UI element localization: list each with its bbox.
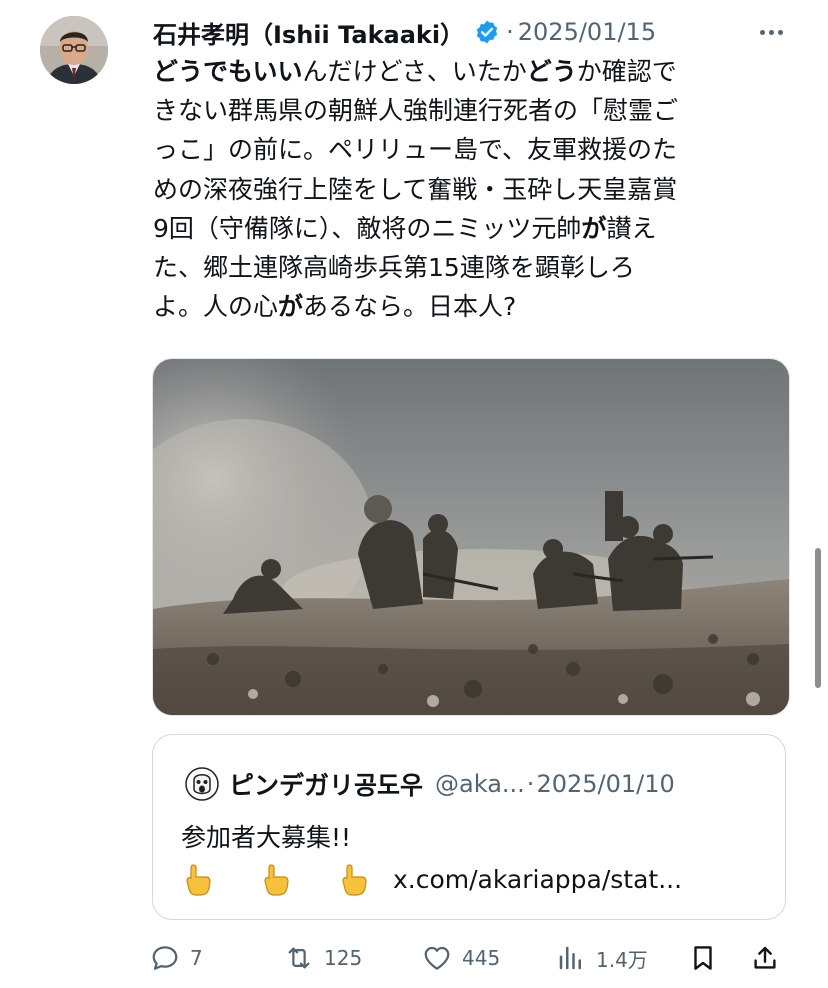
text-fragment: 9回（守備隊に）、敵将のニミッツ元帥 [153, 213, 582, 243]
share-icon [754, 946, 776, 969]
reply-icon [152, 946, 178, 970]
quote-date[interactable]: 2025/01/10 [536, 770, 674, 798]
quote-avatar[interactable] [185, 767, 219, 801]
pointing-down-icon [342, 864, 367, 896]
more-icon[interactable] [755, 16, 787, 48]
bold-fragment: が [581, 213, 607, 243]
quoted-post[interactable]: ピンデガリ공도우 @aka... · 2025/01/10 参加者大募集!! x… [152, 734, 786, 920]
quote-author-name[interactable]: ピンデガリ공도우 [229, 766, 423, 802]
action-bar: 7 125 445 1.4万 [150, 938, 790, 978]
quote-link[interactable]: x.com/akariappa/stat... [393, 859, 682, 901]
bold-fragment: どう [526, 57, 577, 86]
pointing-down-icon [264, 864, 289, 896]
bookmark-icon [694, 946, 712, 970]
text-fragment: 讃え [606, 213, 657, 243]
like-icon [424, 946, 450, 970]
bookmark-button[interactable] [688, 938, 718, 978]
views-button[interactable]: 1.4万 [556, 938, 648, 978]
pointing-down-icon [186, 864, 211, 896]
verified-badge-icon [476, 20, 498, 44]
like-button[interactable]: 445 [422, 938, 500, 978]
text-fragment: んだけどさ、いたか [302, 57, 527, 86]
post-date[interactable]: 2025/01/15 [518, 18, 656, 46]
reply-count: 7 [190, 946, 203, 970]
author-name[interactable]: 石井孝明（Ishii Takaaki） [153, 15, 464, 50]
post-text-line: きない群馬県の朝鮮人強制連行死者の「慰霊ご [153, 96, 679, 126]
post-header: 石井孝明（Ishii Takaaki） · 2025/01/15 [153, 14, 793, 50]
text-fragment: よ。人の心 [153, 292, 279, 322]
quote-text: 参加者大募集!! x.com/akariappa/stat... [181, 817, 761, 901]
share-button[interactable] [750, 938, 780, 978]
post-image[interactable] [152, 358, 790, 716]
post-text-line: よ。人の心があるなら。日本人? [153, 287, 793, 326]
text-fragment: あるなら。日本人? [303, 292, 517, 322]
scrollbar[interactable] [815, 548, 821, 688]
views-icon [559, 946, 581, 970]
header-separator: · [506, 18, 514, 46]
quote-line: x.com/akariappa/stat... [181, 859, 761, 901]
post-text-line: た、郷土連隊高崎歩兵第15連隊を顕彰しろ [153, 253, 635, 283]
avatar[interactable] [40, 16, 108, 84]
quote-line: 参加者大募集!! [181, 823, 352, 852]
post-text-line: っこ」の前に。ペリリュー島で、友軍救援のた [153, 135, 678, 165]
post-text-line: めの深夜強行上陸をして奮戦・玉砕し天皇嘉賞 [153, 174, 678, 204]
quote-header: ピンデガリ공도우 @aka... · 2025/01/10 [229, 765, 769, 803]
post-text-line: どうでもいいんだけどさ、いたかどうか確認で [153, 52, 793, 91]
quote-separator: · [526, 770, 535, 798]
post-text-line: 9回（守備隊に）、敵将のニミッツ元帥が讃え [153, 209, 793, 248]
quote-author-handle[interactable]: @aka... [435, 770, 525, 798]
bold-fragment: どうでもいい [153, 57, 303, 86]
post-text: どうでもいいんだけどさ、いたかどうか確認で きない群馬県の朝鮮人強制連行死者の「… [153, 52, 793, 326]
repost-count: 125 [324, 946, 363, 970]
repost-icon [288, 947, 310, 969]
views-count: 1.4万 [596, 947, 648, 972]
bold-fragment: が [278, 292, 304, 322]
reply-button[interactable]: 7 [150, 938, 203, 978]
text-fragment: か確認で [576, 57, 677, 86]
like-count: 445 [462, 946, 501, 970]
repost-button[interactable]: 125 [284, 938, 362, 978]
